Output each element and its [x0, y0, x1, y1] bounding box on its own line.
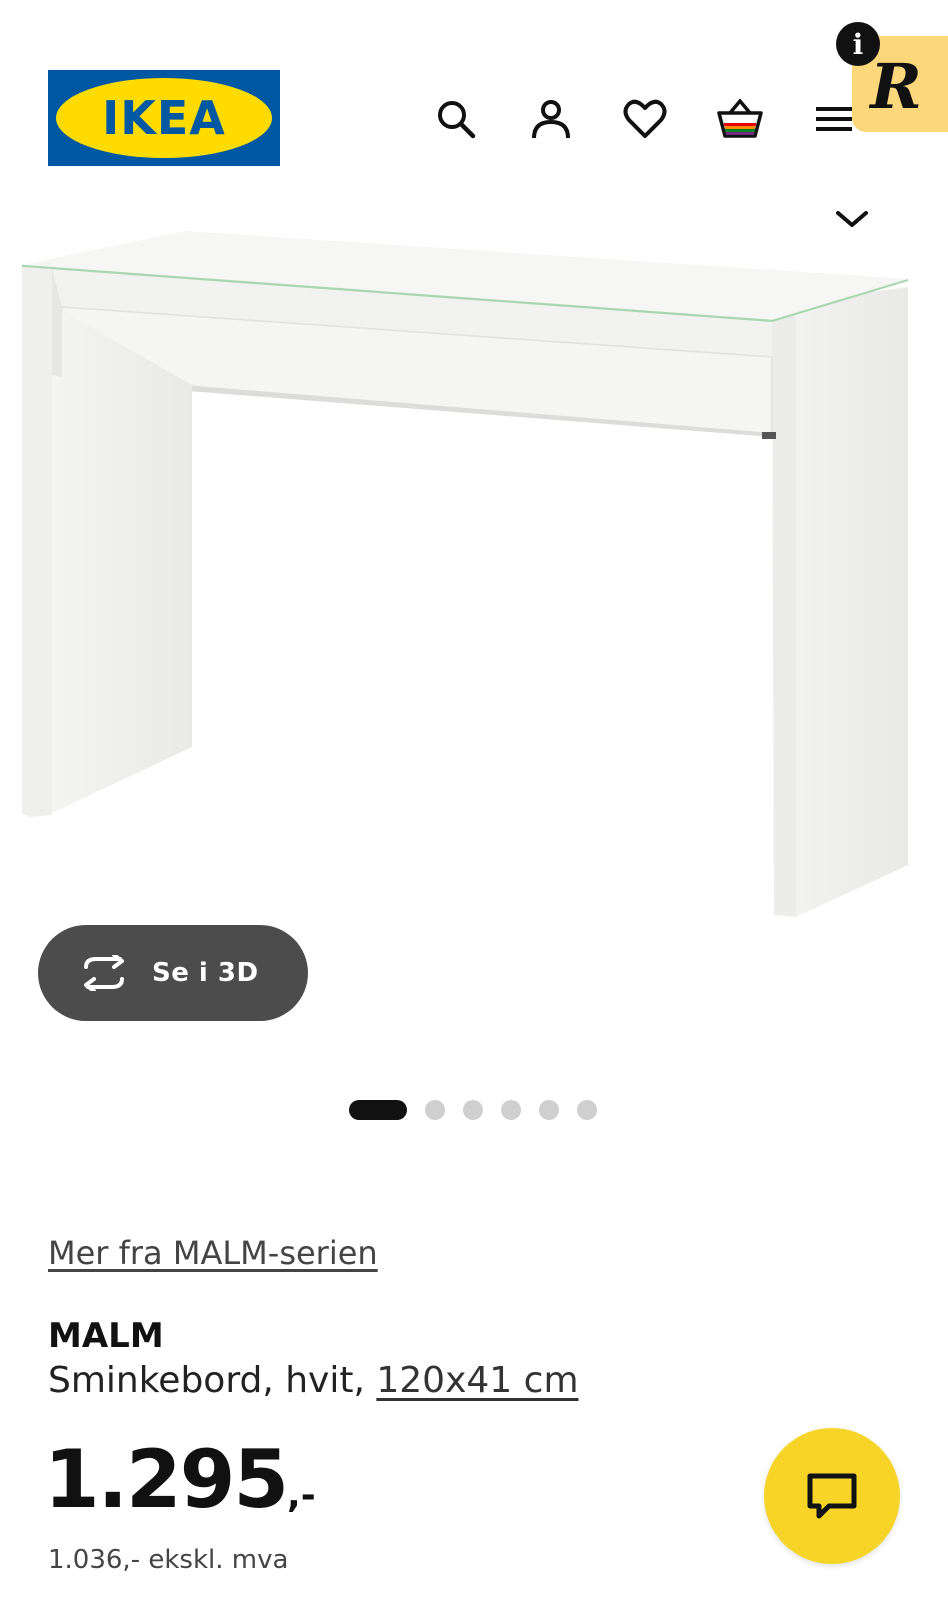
product-type: Sminkebord, hvit,: [48, 1360, 365, 1401]
series-link[interactable]: Mer fra MALM-serien: [48, 1234, 378, 1272]
chat-button[interactable]: [764, 1428, 900, 1564]
carousel-indicator: [349, 1100, 597, 1120]
carousel-dot-4[interactable]: [501, 1100, 521, 1120]
carousel-dot-1[interactable]: [349, 1100, 407, 1120]
search-icon[interactable]: [432, 95, 480, 143]
carousel-dot-3[interactable]: [463, 1100, 483, 1120]
product-description: Sminkebord, hvit, 120x41 cm: [48, 1360, 579, 1401]
carousel-dot-5[interactable]: [539, 1100, 559, 1120]
basket-icon[interactable]: [716, 95, 764, 143]
info-icon[interactable]: i: [836, 22, 880, 66]
ikea-logo[interactable]: IKEA: [48, 70, 280, 166]
carousel-dot-2[interactable]: [425, 1100, 445, 1120]
chat-icon: [807, 1473, 857, 1519]
price-main: 1.295: [44, 1433, 289, 1526]
price-ex-vat: 1.036,- ekskl. mva: [48, 1545, 289, 1575]
account-icon[interactable]: [527, 95, 575, 143]
logo-text: IKEA: [102, 91, 226, 145]
product-name: MALM: [48, 1316, 164, 1356]
rotate-3d-icon: [84, 955, 124, 991]
heart-icon[interactable]: [621, 95, 669, 143]
menu-icon[interactable]: [810, 95, 858, 143]
view-3d-button[interactable]: Se i 3D: [38, 925, 308, 1021]
view-3d-label: Se i 3D: [152, 958, 259, 988]
product-image[interactable]: [0, 225, 948, 965]
dimensions-link[interactable]: 120x41 cm: [376, 1360, 578, 1401]
carousel-dot-6[interactable]: [577, 1100, 597, 1120]
price: 1.295,-: [44, 1440, 316, 1520]
price-suffix: ,-: [287, 1475, 316, 1516]
svg-text:R: R: [868, 50, 922, 123]
